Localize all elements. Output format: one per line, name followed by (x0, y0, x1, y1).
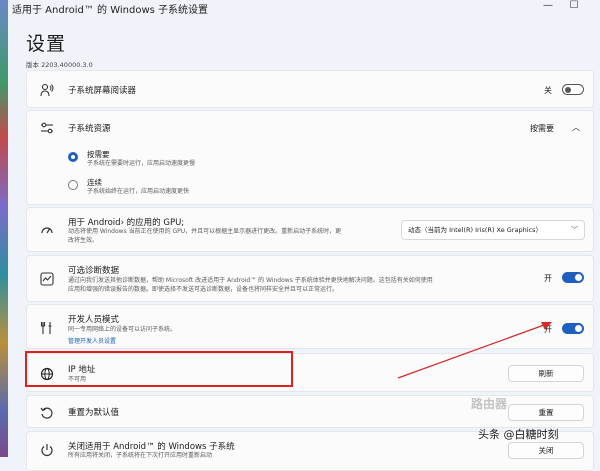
gpu-desc-line2: 改将生效。 (68, 237, 99, 244)
chevron-up-icon[interactable]: ︿ (572, 122, 580, 133)
screen-reader-state: 关 (544, 86, 552, 95)
shutdown-button[interactable]: 关闭 (508, 442, 584, 459)
screen-reader-icon (40, 83, 54, 97)
watermark-site: 路由器 (471, 397, 508, 411)
radio-continuous[interactable] (68, 180, 78, 190)
reset-button[interactable]: 重置 (508, 404, 584, 421)
developer-card: 开发人员模式 同一专用网络上的设备可以访问子系统。 管理开发人员设置 开 (26, 304, 594, 349)
gpu-dropdown[interactable]: 动态（当前为 Intel(R) Iris(R) Xe Graphics） ﹀ (401, 220, 585, 240)
diagnostics-card: 可选诊断数据 通过向我们发送其他诊断数据，帮助 Microsoft 改进适用于 … (26, 255, 594, 302)
reset-icon (40, 407, 53, 419)
page-title: 设置 (26, 33, 67, 55)
resources-title: 子系统资源 (68, 124, 111, 134)
gpu-dropdown-value: 动态（当前为 Intel(R) Iris(R) Xe Graphics） (408, 226, 542, 234)
chevron-down-icon: ﹀ (571, 226, 578, 234)
screen-reader-toggle[interactable] (562, 84, 584, 95)
gpu-desc-line1: 动态将使用 Windows 当前正在使用的 GPU，并且可以根据主显示器进行更改… (68, 228, 342, 235)
radio-on-demand[interactable] (68, 152, 78, 162)
diagnostics-toggle[interactable] (562, 272, 584, 283)
window-title: 适用于 Android™ 的 Windows 子系统设置 (12, 5, 209, 16)
minimize-button[interactable]: — (536, 0, 560, 14)
diagnostics-chart-icon (40, 272, 54, 286)
diagnostics-desc-line1: 通过向我们发送其他诊断数据，帮助 Microsoft 改进适用于 Android… (68, 277, 433, 284)
developer-state: 开 (544, 325, 552, 334)
diagnostics-state: 开 (544, 274, 552, 283)
manage-developer-settings-link[interactable]: 管理开发人员设置 (68, 336, 116, 345)
diagnostics-title: 可选诊断数据 (68, 266, 120, 276)
option-on-demand-desc: 子系统在需要时运行，应用启动速度更慢 (87, 160, 196, 167)
watermark-caption: 头条 @白糖时刻 (478, 428, 559, 441)
developer-toggle[interactable] (562, 323, 584, 334)
ip-highlight-box (25, 351, 293, 387)
screen-reader-card: 子系统屏幕阅读器 关 (26, 70, 594, 108)
reset-title: 重置为默认值 (68, 408, 120, 418)
maximize-button[interactable]: ☐ (562, 0, 586, 14)
title-bar: 适用于 Android™ 的 Windows 子系统设置 — ☐ (10, 0, 600, 16)
resources-card: 子系统资源 按需要 ︿ 按需要 子系统在需要时运行，应用启动速度更慢 连续 子系… (26, 110, 594, 205)
screen-reader-title: 子系统屏幕阅读器 (68, 86, 137, 96)
developer-tools-icon (40, 322, 52, 334)
gpu-card: 用于 Android› 的应用的 GPU; 动态将使用 Windows 当前正在… (26, 207, 594, 252)
refresh-button[interactable]: 刷新 (508, 365, 584, 382)
diagnostics-desc-line2: 应用和增强的错误报告的数据。即使选择不发送可选诊断数据，设备也将同样安全并且可以… (68, 286, 339, 293)
desktop-edge (0, 0, 8, 457)
developer-desc: 同一专用网络上的设备可以访问子系统。 (68, 326, 177, 333)
version-label: 版本 2203.40000.3.0 (26, 61, 93, 69)
sliders-icon (41, 122, 53, 134)
reset-card: 重置为默认值 重置 (26, 395, 594, 428)
power-icon (41, 444, 53, 457)
developer-title: 开发人员模式 (68, 315, 120, 325)
resources-value[interactable]: 按需要 (530, 123, 554, 134)
shutdown-desc: 所有应用将关闭，子系统将在下次打开应用时重新启动 (68, 452, 213, 459)
option-continuous-desc: 子系统始终在运行，应用启动速度更快 (87, 188, 190, 195)
gauge-icon (41, 227, 53, 234)
